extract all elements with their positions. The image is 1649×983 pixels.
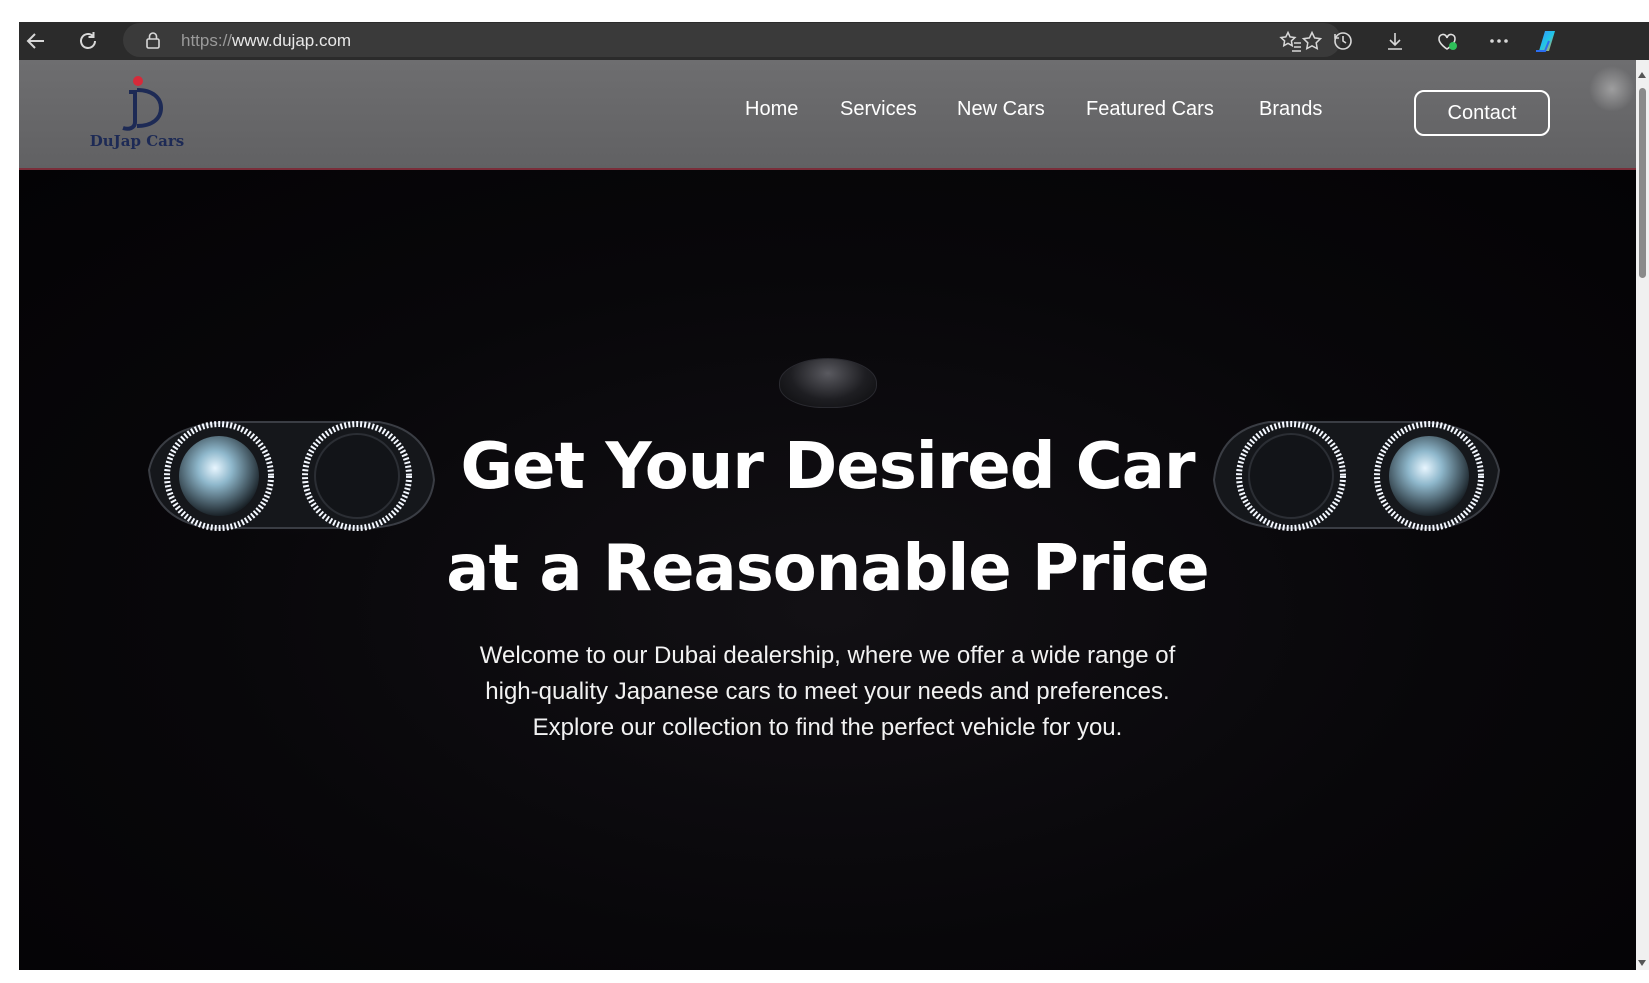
download-icon[interactable] <box>1379 26 1411 56</box>
hero-title-line-1: Get Your Desired Car <box>460 430 1196 504</box>
hero-description-line-1: Welcome to our Dubai dealership, where w… <box>479 642 1176 669</box>
address-bar[interactable]: https://www.dujap.com <box>123 23 1341 57</box>
history-icon[interactable] <box>1327 26 1359 56</box>
nav-services[interactable]: Services <box>840 98 917 121</box>
page-scrollbar[interactable] <box>1636 60 1649 970</box>
scroll-thumb[interactable] <box>1639 88 1646 278</box>
hero-description-line-3: Explore our collection to find the perfe… <box>532 714 1123 741</box>
logo-mark-icon <box>122 76 164 131</box>
scroll-up-arrow[interactable] <box>1638 72 1646 78</box>
nav-home[interactable]: Home <box>745 98 798 121</box>
favorites-icon[interactable] <box>1275 26 1307 56</box>
more-icon[interactable] <box>1483 26 1515 56</box>
nav-featured-cars[interactable]: Featured Cars <box>1086 98 1214 121</box>
back-button[interactable] <box>19 24 53 58</box>
logo-text: DuJap Cars <box>89 132 185 150</box>
reload-button[interactable] <box>71 24 105 58</box>
nav-brands[interactable]: Brands <box>1259 98 1322 121</box>
browser-toolbar: https://www.dujap.com <box>19 22 1649 60</box>
scroll-down-arrow[interactable] <box>1638 960 1646 966</box>
url-text[interactable]: https://www.dujap.com <box>181 31 351 51</box>
url-protocol: https:// <box>181 31 233 50</box>
contact-button[interactable]: Contact <box>1414 90 1550 136</box>
hero-title-line-2: at a Reasonable Price <box>446 532 1209 606</box>
background-glow <box>1589 66 1635 112</box>
url-host: www.dujap.com <box>232 31 352 50</box>
back-arrow-icon <box>26 33 44 49</box>
hero-description-line-2: high-quality Japanese cars to meet your … <box>485 678 1170 705</box>
site-logo[interactable]: DuJap Cars <box>77 70 197 160</box>
reload-icon <box>80 32 96 49</box>
car-emblem <box>779 358 877 408</box>
site-header: DuJap Cars Home Services New Cars Featur… <box>19 60 1636 170</box>
lock-icon[interactable] <box>145 31 161 53</box>
copilot-icon[interactable] <box>1531 26 1563 56</box>
nav-new-cars[interactable]: New Cars <box>957 98 1045 121</box>
hero-section: Get Your Desired Car at a Reasonable Pri… <box>19 170 1636 970</box>
heart-icon[interactable] <box>1431 26 1463 56</box>
